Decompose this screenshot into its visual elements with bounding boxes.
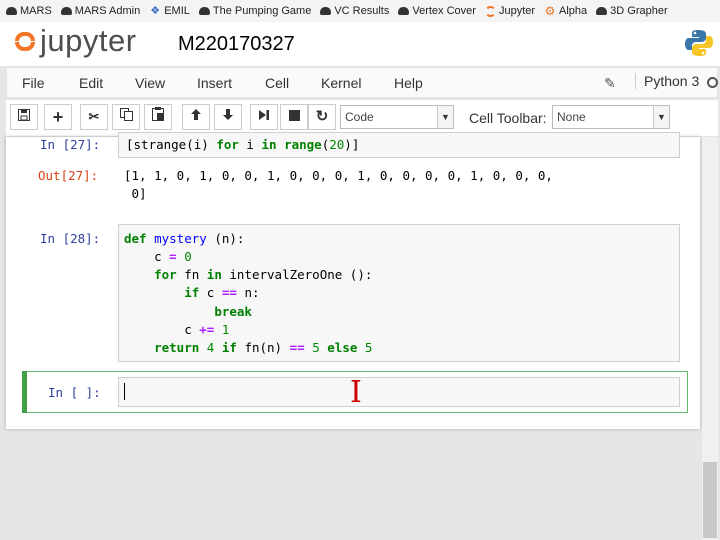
code-line[interactable]: break xyxy=(124,304,252,319)
bookmark-vertex-cover[interactable]: Vertex Cover xyxy=(398,5,476,17)
in-prompt-27: In [27]: xyxy=(40,137,101,152)
bookmark-jupyter[interactable]: Jupyter xyxy=(484,5,535,17)
scissors-icon: ✂ xyxy=(88,109,100,124)
cell-toolbar-value: None xyxy=(557,110,586,124)
jupyter-icon xyxy=(484,5,496,17)
chevron-down-icon: ▼ xyxy=(437,106,453,128)
copy-icon xyxy=(119,108,133,121)
menu-cell[interactable]: Cell xyxy=(265,75,289,91)
menu-edit[interactable]: Edit xyxy=(79,75,103,91)
menu-kernel[interactable]: Kernel xyxy=(321,75,361,91)
output-line-2: 0] xyxy=(124,186,147,201)
move-down-button[interactable] xyxy=(214,104,242,130)
output-line-1: [1, 1, 0, 1, 0, 0, 1, 0, 0, 0, 1, 0, 0, … xyxy=(124,168,553,183)
bookmark-mars[interactable]: MARS xyxy=(6,5,52,17)
interrupt-button[interactable] xyxy=(280,104,308,130)
toolbar: + ✂ ↻ Code ▼ Cell Toolbar: None ▼ xyxy=(6,100,718,136)
save-icon xyxy=(18,109,30,121)
code-line[interactable]: c += 1 xyxy=(124,322,229,337)
menu-insert[interactable]: Insert xyxy=(197,75,232,91)
kernel-name: Python 3 xyxy=(635,73,699,89)
cell-type-select[interactable]: Code ▼ xyxy=(340,105,454,129)
code-line[interactable]: return 4 if fn(n) == 5 else 5 xyxy=(124,340,372,355)
bookmark-alpha[interactable]: ⚙ Alpha xyxy=(544,4,588,18)
code-line[interactable]: if c == n: xyxy=(124,285,259,300)
cell-toolbar-label: Cell Toolbar: xyxy=(469,110,547,126)
edit-mode-indicator xyxy=(22,371,27,413)
globe-icon: ❖ xyxy=(150,5,161,17)
arrow-down-icon xyxy=(223,109,233,120)
menubar: File Edit View Insert Cell Kernel Help ✎… xyxy=(6,67,718,98)
refresh-icon: ↻ xyxy=(315,108,329,125)
chevron-down-icon: ▼ xyxy=(653,106,669,128)
cut-button[interactable]: ✂ xyxy=(80,104,108,130)
stop-icon xyxy=(288,110,300,121)
mars-icon xyxy=(198,7,210,15)
code-line[interactable]: [strange(i) for i in range(20)] xyxy=(126,137,359,152)
ibeam-cursor-icon: I xyxy=(350,375,362,410)
in-prompt-new: In [ ]: xyxy=(48,385,101,400)
run-button[interactable] xyxy=(250,104,278,130)
mars-icon xyxy=(60,7,72,15)
code-input-new[interactable] xyxy=(118,377,680,407)
bookmark-mars-admin[interactable]: MARS Admin xyxy=(60,5,140,17)
gear-icon: ⚙ xyxy=(544,4,556,18)
mars-icon xyxy=(596,7,608,15)
notebook-name[interactable]: M220170327 xyxy=(178,33,295,56)
notebook-header: jupyter M220170327 xyxy=(0,22,720,66)
cell-type-value: Code xyxy=(345,110,374,124)
bookmark-vc-results[interactable]: VC Results xyxy=(320,5,389,17)
mars-icon xyxy=(320,7,332,15)
logo-text: jupyter xyxy=(40,23,137,58)
kernel-status-icon xyxy=(707,77,718,88)
restart-button[interactable]: ↻ xyxy=(308,104,336,130)
bookmark-emil[interactable]: ❖ EMIL xyxy=(149,5,190,17)
code-line[interactable]: def mystery (n): xyxy=(124,231,244,246)
out-prompt-27: Out[27]: xyxy=(38,168,99,183)
code-line[interactable]: for fn in intervalZeroOne (): xyxy=(124,267,372,282)
bookmarks-bar: MARS MARS Admin ❖ EMIL The Pumping Game V… xyxy=(0,0,720,22)
scrollbar-thumb[interactable] xyxy=(703,462,717,538)
mars-icon xyxy=(6,7,17,15)
code-line[interactable]: c = 0 xyxy=(124,249,192,264)
copy-button[interactable] xyxy=(112,104,140,130)
bookmark-3d-grapher[interactable]: 3D Grapher xyxy=(596,5,668,17)
paste-icon xyxy=(152,107,164,121)
jupyter-logo-icon xyxy=(14,27,36,55)
menu-file[interactable]: File xyxy=(22,75,45,91)
mars-icon xyxy=(398,7,410,15)
in-prompt-28: In [28]: xyxy=(40,231,101,246)
save-button[interactable] xyxy=(10,104,38,130)
cell-toolbar-select[interactable]: None ▼ xyxy=(552,105,670,129)
jupyter-logo[interactable]: jupyter xyxy=(14,23,137,58)
move-up-button[interactable] xyxy=(182,104,210,130)
pencil-icon[interactable]: ✎ xyxy=(604,75,616,92)
menu-view[interactable]: View xyxy=(135,75,165,91)
insert-cell-button[interactable]: + xyxy=(44,104,72,130)
plus-icon: + xyxy=(52,107,64,127)
menu-help[interactable]: Help xyxy=(394,75,423,91)
text-cursor xyxy=(124,383,125,400)
paste-button[interactable] xyxy=(144,104,172,130)
arrow-up-icon xyxy=(191,109,201,120)
step-forward-icon xyxy=(259,110,269,120)
bookmark-pumping-game[interactable]: The Pumping Game xyxy=(198,5,311,17)
python-logo-icon xyxy=(685,30,713,56)
